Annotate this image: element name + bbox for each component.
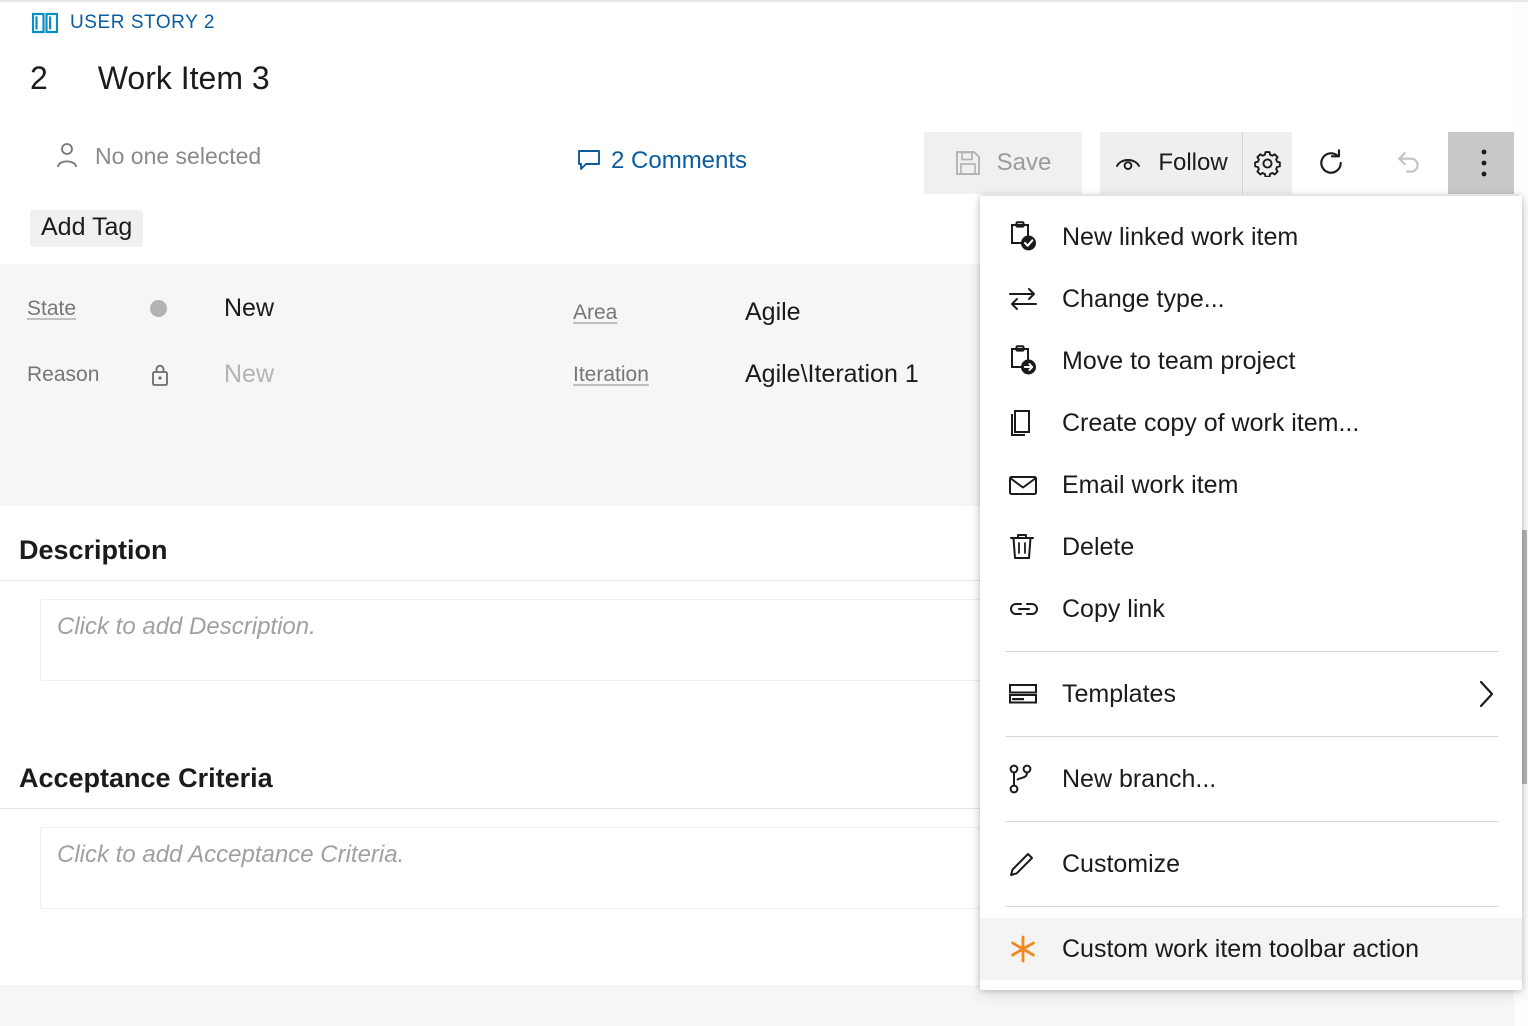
breadcrumb[interactable]: USER STORY 2: [32, 12, 215, 34]
menu-item-label: Email work item: [1062, 471, 1238, 500]
menu-item-delete[interactable]: Delete: [980, 516, 1522, 578]
comments-link[interactable]: 2 Comments: [577, 147, 747, 175]
save-icon: [955, 150, 981, 176]
branch-icon: [1008, 764, 1062, 794]
book-icon: [32, 12, 58, 34]
bottom-strip: [0, 985, 1528, 1026]
menu-separator: [1006, 906, 1498, 907]
field-area-value: Agile: [745, 298, 801, 327]
menu-item-custom-work-item-toolbar-action[interactable]: Custom work item toolbar action: [980, 918, 1522, 980]
menu-item-copy-link[interactable]: Copy link: [980, 578, 1522, 640]
work-item-toolbar: Save Follow: [924, 132, 1520, 194]
follow-settings-button[interactable]: [1242, 132, 1292, 194]
menu-item-label: Change type...: [1062, 285, 1225, 314]
undo-button[interactable]: [1370, 132, 1448, 194]
field-iteration-label: Iteration: [573, 363, 745, 387]
toolbar-gap: [1082, 132, 1100, 194]
field-state-label: State: [27, 297, 150, 321]
breadcrumb-label: USER STORY 2: [70, 12, 215, 34]
menu-item-label: Create copy of work item...: [1062, 409, 1359, 438]
save-label: Save: [997, 149, 1052, 177]
field-iteration-value: Agile\Iteration 1: [745, 360, 919, 389]
menu-item-customize[interactable]: Customize: [980, 833, 1522, 895]
assignee-picker[interactable]: No one selected: [55, 142, 261, 170]
chevron-right-icon: [1476, 678, 1496, 710]
lock-icon: [150, 363, 224, 387]
undo-icon: [1395, 149, 1423, 177]
field-area-label: Area: [573, 301, 745, 325]
field-reason: Reason New: [27, 360, 274, 389]
refresh-icon: [1317, 149, 1345, 177]
menu-item-new-branch[interactable]: New branch...: [980, 748, 1522, 810]
description-placeholder: Click to add Description.: [57, 613, 316, 641]
menu-item-move-to-team-project[interactable]: Move to team project: [980, 330, 1522, 392]
field-state[interactable]: State New: [27, 294, 274, 323]
clipboard-arrow-icon: [1008, 345, 1062, 377]
comments-count-label: 2 Comments: [611, 147, 747, 175]
follow-button[interactable]: Follow: [1100, 132, 1242, 194]
more-options-button[interactable]: [1448, 132, 1520, 194]
menu-separator: [1006, 651, 1498, 652]
field-area[interactable]: Area Agile: [573, 298, 801, 327]
page-title: 2 Work Item 3: [30, 60, 270, 97]
assignee-label: No one selected: [95, 143, 261, 170]
menu-item-change-type[interactable]: Change type...: [980, 268, 1522, 330]
person-icon: [55, 142, 79, 170]
trash-icon: [1008, 532, 1062, 562]
menu-item-label: Customize: [1062, 850, 1180, 879]
copy-icon: [1008, 408, 1062, 438]
menu-item-label: Copy link: [1062, 595, 1165, 624]
comment-icon: [577, 149, 601, 173]
state-dot-icon: [150, 300, 224, 317]
menu-item-label: New linked work item: [1062, 223, 1298, 252]
menu-item-label: Move to team project: [1062, 347, 1295, 376]
swap-arrows-icon: [1008, 286, 1062, 312]
field-iteration[interactable]: Iteration Agile\Iteration 1: [573, 360, 919, 389]
field-reason-label: Reason: [27, 363, 150, 387]
work-item-page: USER STORY 2 2 Work Item 3 No one select…: [0, 0, 1528, 1026]
menu-item-new-linked-work-item[interactable]: New linked work item: [980, 206, 1522, 268]
pencil-icon: [1008, 850, 1062, 878]
link-icon: [1008, 599, 1062, 619]
work-item-context-menu: New linked work item Change type...: [980, 196, 1522, 990]
menu-separator: [1006, 821, 1498, 822]
follow-label: Follow: [1158, 149, 1227, 177]
save-button[interactable]: Save: [924, 132, 1082, 194]
menu-item-email-work-item[interactable]: Email work item: [980, 454, 1522, 516]
work-item-id: 2: [30, 60, 48, 97]
field-reason-value: New: [224, 360, 274, 389]
eye-icon: [1114, 153, 1142, 173]
field-state-value: New: [224, 294, 274, 323]
add-tag-button[interactable]: Add Tag: [30, 210, 143, 247]
menu-item-create-copy-of-work-item[interactable]: Create copy of work item...: [980, 392, 1522, 454]
menu-item-label: New branch...: [1062, 765, 1216, 794]
refresh-button[interactable]: [1292, 132, 1370, 194]
menu-item-label: Templates: [1062, 680, 1176, 709]
mail-icon: [1008, 473, 1062, 497]
clipboard-check-icon: [1008, 221, 1062, 253]
gear-icon: [1254, 150, 1281, 177]
more-vertical-icon: [1480, 148, 1488, 178]
work-item-title[interactable]: Work Item 3: [98, 60, 270, 97]
asterisk-icon: [1008, 934, 1062, 964]
menu-separator: [1006, 736, 1498, 737]
menu-item-label: Custom work item toolbar action: [1062, 935, 1419, 964]
templates-icon: [1008, 682, 1062, 706]
menu-item-templates[interactable]: Templates: [980, 663, 1522, 725]
menu-item-label: Delete: [1062, 533, 1134, 562]
acceptance-criteria-placeholder: Click to add Acceptance Criteria.: [57, 841, 404, 869]
